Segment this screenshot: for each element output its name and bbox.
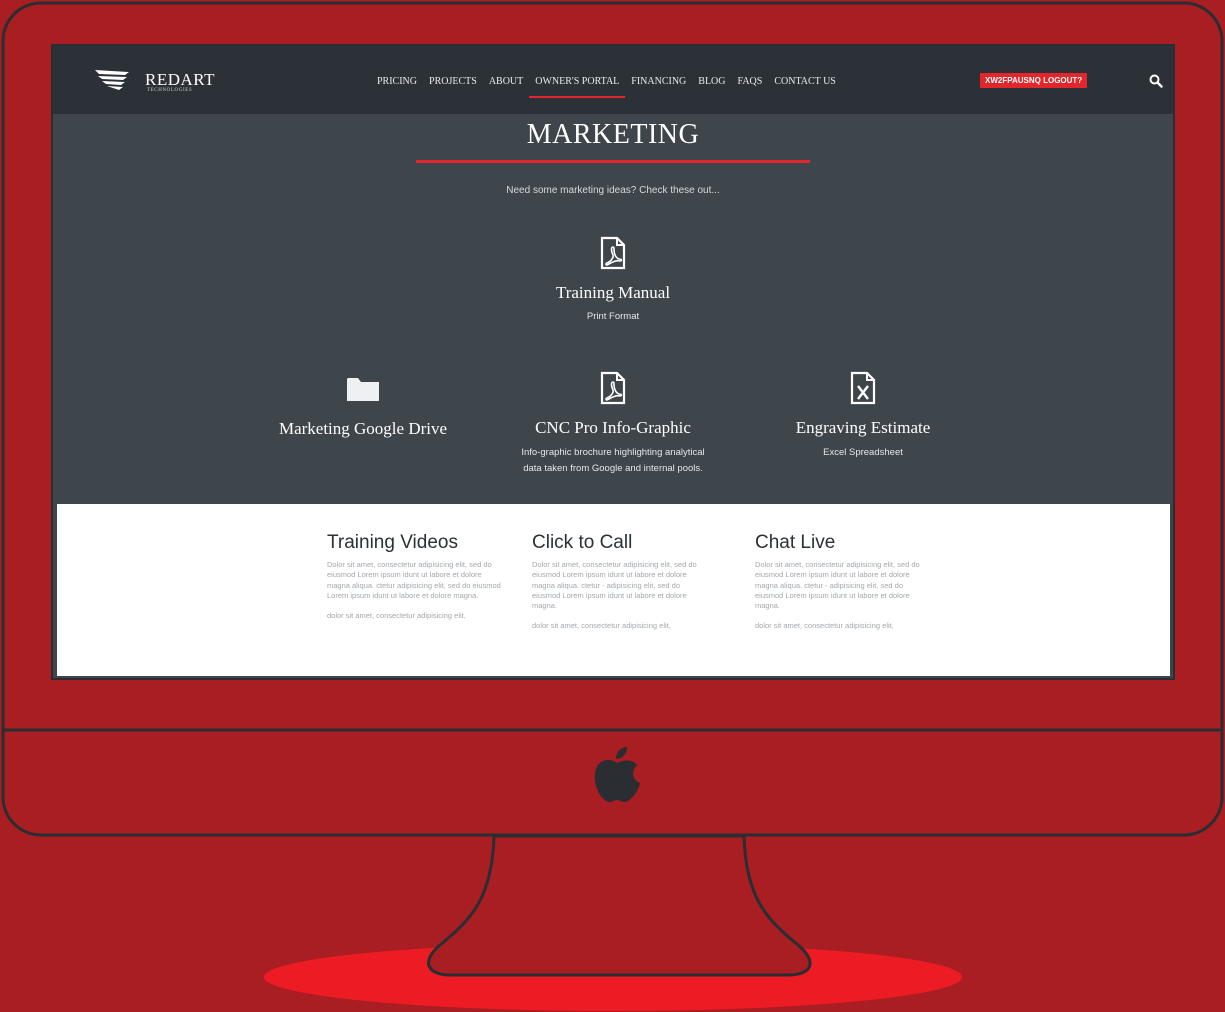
cnc-infographic-title[interactable]: CNC Pro Info-Graphic (483, 418, 743, 438)
feature-title[interactable]: Chat Live (755, 532, 930, 554)
pdf-file-icon (600, 371, 626, 405)
brand-tagline: TECHNOLOGIES (147, 88, 193, 93)
feature-chat-live: Chat Live Dolor sit amet, consectetur ad… (755, 532, 930, 632)
redart-logo[interactable]: REDART TECHNOLOGIES (95, 64, 215, 100)
nav-item-pricing[interactable]: PRICING (371, 76, 423, 87)
nav-item-contact-us[interactable]: CONTACT US (768, 76, 842, 87)
feature-text-secondary: dolor sit amet, consectetur adipisicing … (755, 621, 894, 631)
google-drive-card[interactable]: Marketing Google Drive (253, 376, 473, 439)
feature-click-to-call: Click to Call Dolor sit amet, consectetu… (532, 532, 707, 632)
page-title: MARKETING (526, 119, 700, 150)
nav-item-financing[interactable]: FINANCING (625, 76, 692, 87)
logout-button[interactable]: XW2FPAUSNQ LOGOUT? (980, 73, 1088, 88)
excel-file-icon (850, 371, 876, 405)
feature-text: Dolor sit amet, consectetur adipisicing … (755, 560, 920, 611)
nav-item-projects[interactable]: PROJECTS (423, 76, 483, 87)
search-icon[interactable] (1149, 74, 1163, 88)
cnc-infographic-card[interactable]: CNC Pro Info-Graphic Info-graphic brochu… (483, 371, 743, 477)
cnc-infographic-subtitle-2: data taken from Google and internal pool… (523, 463, 703, 474)
training-manual-card[interactable]: Training Manual Print Format (513, 236, 713, 325)
feature-title[interactable]: Training Videos (327, 532, 502, 554)
brand-name: REDART (145, 70, 215, 89)
site-header: REDART TECHNOLOGIES PRICING PROJECTS ABO… (53, 46, 1173, 114)
google-drive-title[interactable]: Marketing Google Drive (253, 419, 473, 439)
nav-item-about[interactable]: ABOUT (483, 76, 529, 87)
feature-text: Dolor sit amet, consectetur adipisicing … (532, 560, 697, 611)
wing-icon (95, 70, 129, 90)
pdf-file-icon (600, 236, 626, 270)
engraving-estimate-subtitle: Excel Spreadsheet (823, 447, 903, 458)
folder-icon (347, 378, 379, 401)
features-section: Training Videos Dolor sit amet, consecte… (57, 504, 1170, 676)
title-underline (416, 160, 810, 163)
training-manual-subtitle: Print Format (586, 311, 640, 322)
nav-item-faqs[interactable]: FAQS (732, 76, 769, 87)
feature-text-secondary: dolor sit amet, consectetur adipisicing … (532, 621, 671, 631)
nav-item-blog[interactable]: BLOG (692, 76, 731, 87)
feature-text-secondary: dolor sit amet, consectetur adipisicing … (327, 611, 466, 621)
browser-screen: REDART TECHNOLOGIES PRICING PROJECTS ABO… (53, 46, 1173, 678)
main-menu: PRICING PROJECTS ABOUT OWNER'S PORTAL FI… (371, 76, 842, 98)
nav-item-owners-portal[interactable]: OWNER'S PORTAL (529, 76, 626, 98)
feature-training-videos: Training Videos Dolor sit amet, consecte… (327, 532, 502, 621)
intro-text: Need some marketing ideas? Check these o… (506, 185, 720, 196)
feature-title[interactable]: Click to Call (532, 532, 707, 554)
monitor-stand (427, 834, 812, 977)
engraving-estimate-card[interactable]: Engraving Estimate Excel Spreadsheet (763, 371, 963, 461)
training-manual-title[interactable]: Training Manual (513, 283, 713, 303)
cnc-infographic-subtitle-1: Info-graphic brochure highlighting analy… (521, 447, 705, 458)
engraving-estimate-title[interactable]: Engraving Estimate (763, 418, 963, 438)
apple-logo-icon (594, 747, 640, 802)
feature-text: Dolor sit amet, consectetur adipisicing … (327, 560, 501, 600)
